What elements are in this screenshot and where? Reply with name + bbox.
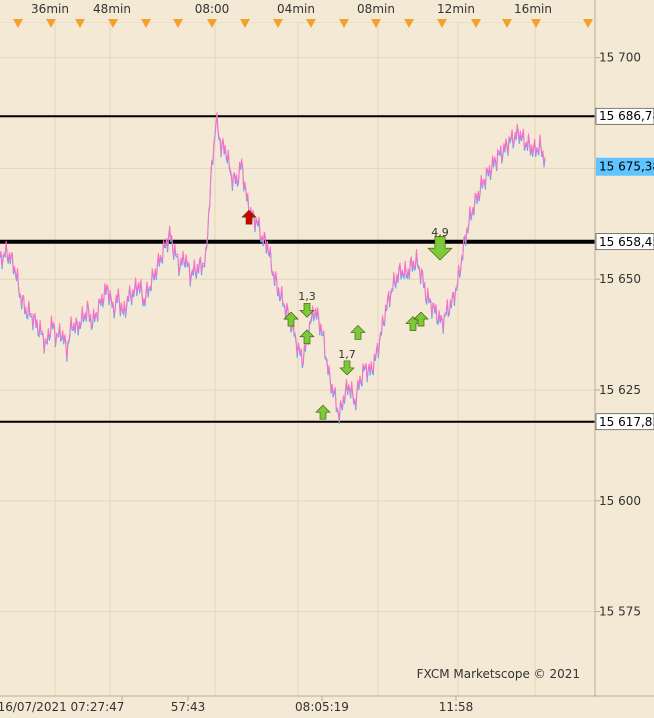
price-chart[interactable]: 36min 48min 08:00 04min 08min 12min 16min 1,3 1… — [0, 0, 654, 718]
top-time-labels: 36min 48min 08:00 04min 08min 12min 16min — [31, 2, 552, 16]
current-price-label: 15 675,38 — [599, 160, 654, 174]
price-tick-label: 15 700 — [599, 51, 641, 65]
watermark: FXCM Marketscope © 2021 — [417, 667, 580, 681]
top-time-label: 12min — [437, 2, 475, 16]
top-time-label: 08min — [357, 2, 395, 16]
price-line-label: 15 686,78 — [599, 109, 654, 123]
trade-amount-label: 4,9 — [431, 226, 449, 239]
price-tick-label: 15 600 — [599, 494, 641, 508]
price-line-label: 15 658,45 — [599, 235, 654, 249]
price-tick-label: 15 575 — [599, 605, 641, 619]
trade-amount-label: 1,3 — [298, 290, 316, 303]
price-tick-label: 15 625 — [599, 383, 641, 397]
trade-amount-label: 1,7 — [338, 348, 356, 361]
bottom-time-label: 57:43 — [171, 700, 206, 714]
top-time-label: 08:00 — [195, 2, 230, 16]
top-time-label: 36min — [31, 2, 69, 16]
top-time-label: 04min — [277, 2, 315, 16]
top-time-label: 16min — [514, 2, 552, 16]
bottom-time-label: 08:05:19 — [295, 700, 349, 714]
bottom-time-label: 16/07/2021 07:27:47 — [0, 700, 124, 714]
price-line-label: 15 617,83 — [599, 415, 654, 429]
top-time-label: 48min — [93, 2, 131, 16]
bottom-time-label: 11:58 — [439, 700, 474, 714]
price-tick-label: 15 650 — [599, 272, 641, 286]
